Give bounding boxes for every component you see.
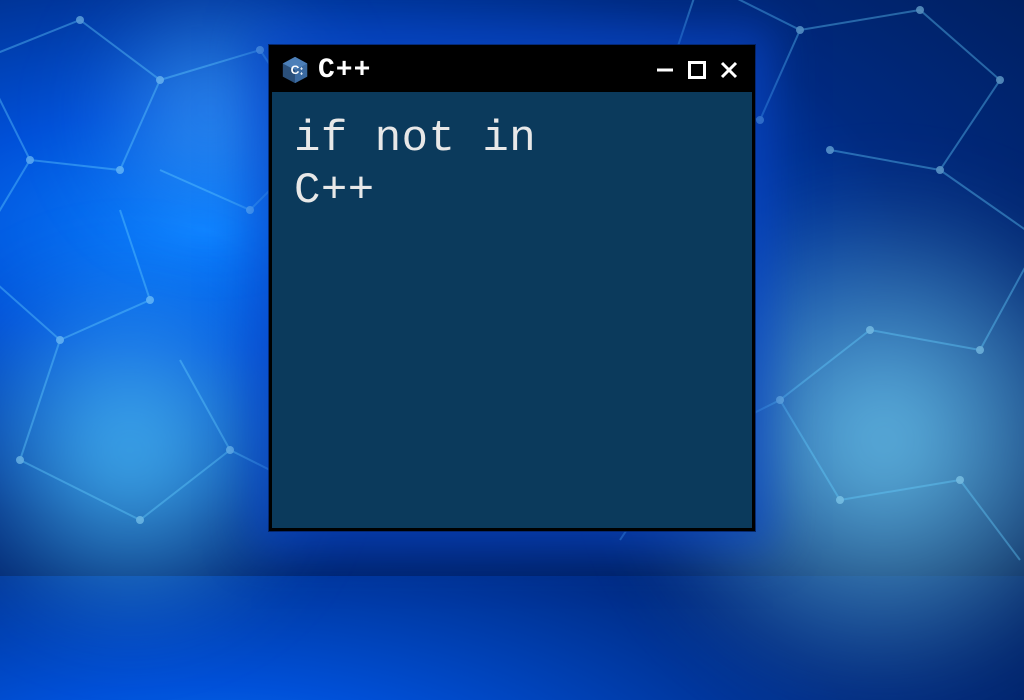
svg-text:C: C	[291, 63, 300, 77]
close-button[interactable]	[716, 57, 742, 83]
terminal-window: C + + C++ if not in C++	[269, 45, 755, 531]
cpp-logo-icon: C + +	[280, 55, 310, 85]
maximize-button[interactable]	[684, 57, 710, 83]
window-title: C++	[318, 55, 371, 86]
titlebar[interactable]: C + + C++	[272, 48, 752, 92]
code-line-2: C++	[294, 166, 375, 216]
code-line-1: if not in	[294, 114, 536, 164]
minimize-button[interactable]	[652, 57, 678, 83]
window-controls	[652, 57, 742, 83]
terminal-content: if not in C++	[272, 92, 752, 528]
